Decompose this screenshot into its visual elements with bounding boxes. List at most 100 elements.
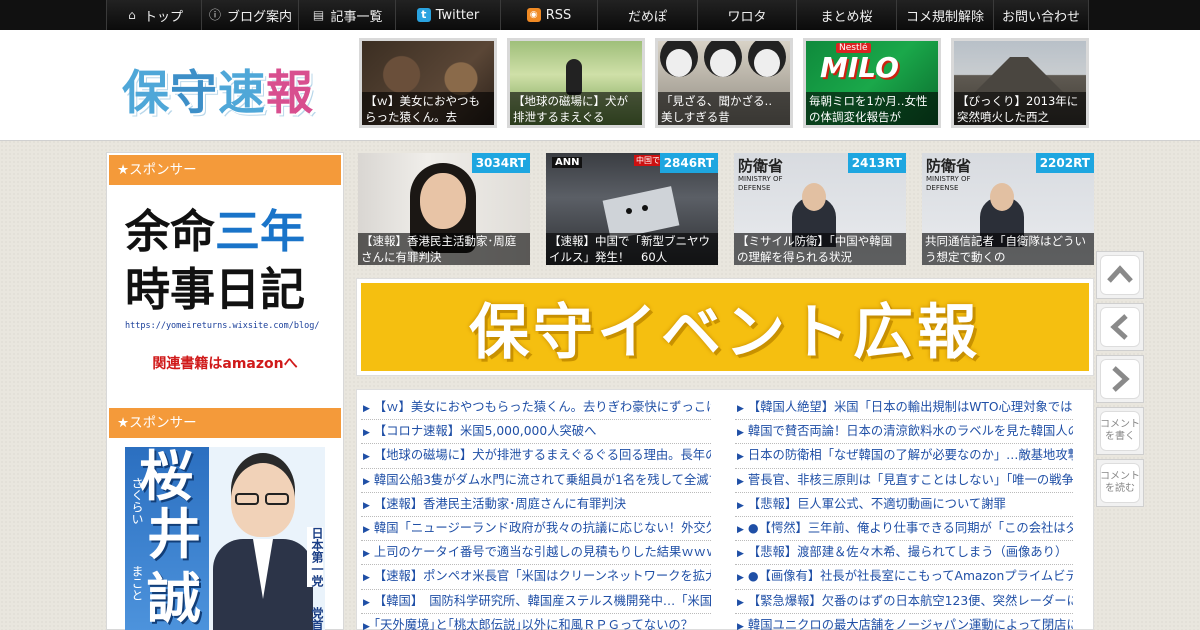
featured-caption: 【地球の磁場に】犬が排泄するまえぐる	[510, 92, 642, 125]
nav-blog-guide-label: ブログ案内	[226, 9, 292, 25]
article-link[interactable]: ▶ 【韓国】 国防科学研究所、韓国産ステルス機開発中…「米国	[361, 590, 711, 614]
article-link[interactable]: ▶ 【速報】ポンペオ米長官「米国はクリーンネットワークを拡大	[361, 565, 711, 590]
triangle-right-icon: ▶	[737, 597, 744, 608]
article-link[interactable]: ▶ ●【愕然】三年前、俺より仕事できる同期が「この会社はダメか	[735, 517, 1073, 542]
popular-caption: 【ミサイル防衛】「中国や韓国の理解を得られる状況	[734, 233, 906, 265]
triangle-right-icon: ▶	[737, 404, 744, 414]
triangle-right-icon: ▶	[737, 476, 744, 487]
previous-article-button[interactable]	[1096, 303, 1144, 351]
nav-matome-sakura[interactable]: まとめ桜	[796, 0, 896, 30]
article-link-title: 【速報】ポンペオ米長官「米国はクリーンネットワークを拡大	[373, 569, 711, 584]
twitter-icon: t	[416, 8, 431, 22]
triangle-right-icon: ▶	[363, 597, 370, 608]
write-comment-button[interactable]: コメントを書く	[1096, 407, 1144, 455]
article-link[interactable]: ▶ 【韓国人絶望】米国「日本の輸出規制はWTO心理対象ではない	[735, 396, 1073, 421]
article-link[interactable]: ▶ 韓国ユニクロの最大店舗をノージャパン運動によって閉店に追	[735, 614, 1073, 630]
sponsor-ad-sakurai[interactable]: 桜 井 誠 さくらい まこと 日本第一党 党首	[125, 447, 325, 630]
article-link-title: 【韓国人絶望】米国「日本の輸出規制はWTO心理対象ではない	[747, 400, 1073, 414]
article-link-title: 【韓国】 国防科学研究所、韓国産ステルス機開発中…「米国	[373, 593, 711, 608]
sponsor-heading: ★スポンサー	[109, 155, 341, 185]
popular-caption: 【速報】香港民主活動家･周庭さんに有罪判決	[358, 233, 530, 265]
featured-article-3[interactable]: 「見ざる、聞かざる‥ 美しすぎる昔	[655, 38, 793, 128]
article-link-title: 韓国で賛否両論！日本の清涼飲料水のラベルを見た韓国人の反	[747, 424, 1073, 439]
popular-article-4[interactable]: 防衛省 MINISTRY OF DEFENSE 2202RT 共同通信記者「自衛…	[922, 153, 1094, 265]
ad2-party: 日本第一党	[307, 527, 324, 587]
article-link-title: 韓国「ニュージーランド政府が我々の抗議に応じない！外交欠	[373, 520, 711, 535]
nav-contact-label: お問い合わせ	[1001, 9, 1080, 25]
article-link[interactable]: ▶ 【ｗ】美女におやつもらった猿くん。去りぎわ豪快にずっこけ	[361, 396, 711, 421]
article-link[interactable]: ▶ 日本の防衛相「なぜ韓国の了解が必要なのか」…敵基地攻撃能	[735, 444, 1073, 469]
ministry-jp: 防衛省	[738, 157, 784, 175]
article-link[interactable]: ▶ 【緊急爆報】欠番のはずの日本航空123便、突然レーダーに現れ	[735, 590, 1073, 614]
triangle-right-icon: ▶	[363, 476, 370, 487]
ad-amazon-link[interactable]: 関連書籍はamazonへ	[125, 353, 325, 373]
write-comment-label: コメントを書く	[1100, 411, 1140, 451]
chevron-left-icon	[1100, 307, 1140, 347]
triangle-right-icon: ▶	[737, 573, 744, 584]
ad-url[interactable]: https://yomeireturns.wixsite.com/blog/	[125, 321, 325, 331]
logo-char-2: 守	[170, 66, 218, 121]
article-link[interactable]: ▶ ●【画像有】社長が社長室にこもってAmazonプライムビデオを	[735, 565, 1073, 590]
nav-damepo-label: だめぽ	[627, 9, 667, 25]
list-icon: ▤	[312, 8, 325, 22]
home-icon: ⌂	[128, 8, 136, 22]
article-link[interactable]: ▶ 韓国公船3隻がダム水門に流されて乗組員が1名を残して全滅す	[361, 469, 711, 493]
article-link-title: 菅長官、非核三原則は「見直すことはしない」「唯一の戦争被	[747, 472, 1073, 487]
popular-caption: 共同通信記者「自衛隊はどういう想定で動くの	[922, 233, 1094, 265]
article-link[interactable]: ▶ ｢天外魔境｣と｢桃太郎伝説｣以外に和風ＲＰＧってないの？	[361, 614, 711, 630]
article-link-title: 韓国公船3隻がダム水門に流されて乗組員が1名を残して全滅す	[373, 472, 711, 487]
featured-article-2[interactable]: 【地球の磁場に】犬が排泄するまえぐる	[507, 38, 645, 128]
article-link[interactable]: ▶ 【速報】香港民主活動家･周庭さんに有罪判決	[361, 493, 711, 517]
nav-article-list[interactable]: ▤ 記事一覧	[298, 0, 395, 30]
article-link-lists: ▶ 【ｗ】美女におやつもらった猿くん。去りぎわ豪快にずっこけ ▶ 【コロナ速報】米国5…	[356, 389, 1094, 630]
article-link[interactable]: ▶ 【コロナ速報】米国5,000,000人突破へ	[361, 420, 711, 445]
retweet-count-badge: 2202RT	[1035, 153, 1094, 173]
nav-top[interactable]: ⌂ トップ	[106, 0, 201, 30]
article-link[interactable]: ▶ 菅長官、非核三原則は「見直すことはしない」「唯一の戦争被	[735, 469, 1073, 493]
featured-article-4[interactable]: Nestlé MILO 毎朝ミロを1か月‥女性の体調変化報告が	[803, 38, 941, 128]
ad2-role: 党首	[310, 607, 324, 630]
article-link-title: 日本の防衛相「なぜ韓国の了解が必要なのか」…敵基地攻撃能	[747, 448, 1073, 463]
popular-article-3[interactable]: 防衛省 MINISTRY OF DEFENSE 2413RT 【ミサイル防衛】「…	[734, 153, 906, 265]
article-link[interactable]: ▶ 【悲報】渡部建＆佐々木希、撮られてしまう（画像あり）	[735, 541, 1073, 566]
ad-title-line1: 余命三年	[125, 203, 325, 261]
article-link[interactable]: ▶ 【地球の磁場に】犬が排泄するまえぐるぐる回る理由。長年の	[361, 444, 711, 469]
retweet-count-badge: 2413RT	[847, 153, 906, 173]
featured-article-1[interactable]: 【ｗ】美女におやつもらった猿くん。去	[359, 38, 497, 128]
nav-damepo[interactable]: だめぽ	[597, 0, 697, 30]
nav-warota[interactable]: ワロタ	[697, 0, 796, 30]
article-link-title: 【悲報】渡部建＆佐々木希、撮られてしまう（画像あり）	[747, 545, 1068, 560]
article-link[interactable]: ▶ 上司のケータイ番号で適当な引越しの見積もりした結果ｗｗｗ	[361, 541, 711, 566]
event-banner[interactable]: 保守イベント広報	[361, 283, 1089, 371]
retweet-count-badge: 3034RT	[471, 153, 530, 173]
rss-icon: ◉	[526, 8, 541, 22]
nav-comment-unblock[interactable]: コメ規制解除	[896, 0, 993, 30]
ad2-name-char-2: 井	[147, 503, 201, 566]
triangle-right-icon: ▶	[363, 573, 370, 584]
ad2-name-char-1: 桜	[139, 447, 193, 508]
nav-contact[interactable]: お問い合わせ	[993, 0, 1089, 30]
sponsor-heading: ★スポンサー	[109, 408, 341, 438]
article-link[interactable]: ▶ 韓国「ニュージーランド政府が我々の抗議に応じない！外交欠	[361, 517, 711, 542]
triangle-right-icon: ▶	[737, 524, 744, 535]
triangle-right-icon: ▶	[737, 549, 744, 560]
featured-article-5[interactable]: 【びっくり】2013年に突然噴火した西之	[951, 38, 1089, 128]
ad2-reading-1: さくらい	[130, 477, 144, 525]
nav-twitter[interactable]: t Twitter	[395, 0, 500, 30]
sponsor-ad-yomei[interactable]: 余命三年 時事日記 https://yomeireturns.wixsite.c…	[125, 203, 325, 373]
popular-article-2[interactable]: ANN 中国で新型 2846RT 【速報】中国で「新型ブニヤウイルス」発生！ 6…	[546, 153, 718, 265]
featured-caption: 毎朝ミロを1か月‥女性の体調変化報告が	[806, 92, 938, 125]
nav-rss[interactable]: ◉ RSS	[500, 0, 597, 30]
article-list-left: ▶ 【ｗ】美女におやつもらった猿くん。去りぎわ豪快にずっこけ ▶ 【コロナ速報】米国5…	[361, 396, 711, 630]
popular-article-1[interactable]: 3034RT 【速報】香港民主活動家･周庭さんに有罪判決	[358, 153, 530, 265]
article-link[interactable]: ▶ 韓国で賛否両論！日本の清涼飲料水のラベルを見た韓国人の反	[735, 420, 1073, 445]
scroll-top-button[interactable]	[1096, 251, 1144, 299]
site-logo[interactable]: 保守速報	[122, 54, 314, 123]
nav-blog-guide[interactable]: ⓘ ブログ案内	[201, 0, 298, 30]
nav-twitter-label: Twitter	[435, 7, 480, 23]
next-article-button[interactable]	[1096, 355, 1144, 403]
article-link-title: 韓国ユニクロの最大店舗をノージャパン運動によって閉店に追	[747, 617, 1073, 630]
read-comments-button[interactable]: コメントを読む	[1096, 459, 1144, 507]
article-link[interactable]: ▶ 【悲報】巨人軍公式、不適切動画について謝罪	[735, 493, 1073, 517]
ministry-en-1: MINISTRY OF	[926, 175, 971, 183]
